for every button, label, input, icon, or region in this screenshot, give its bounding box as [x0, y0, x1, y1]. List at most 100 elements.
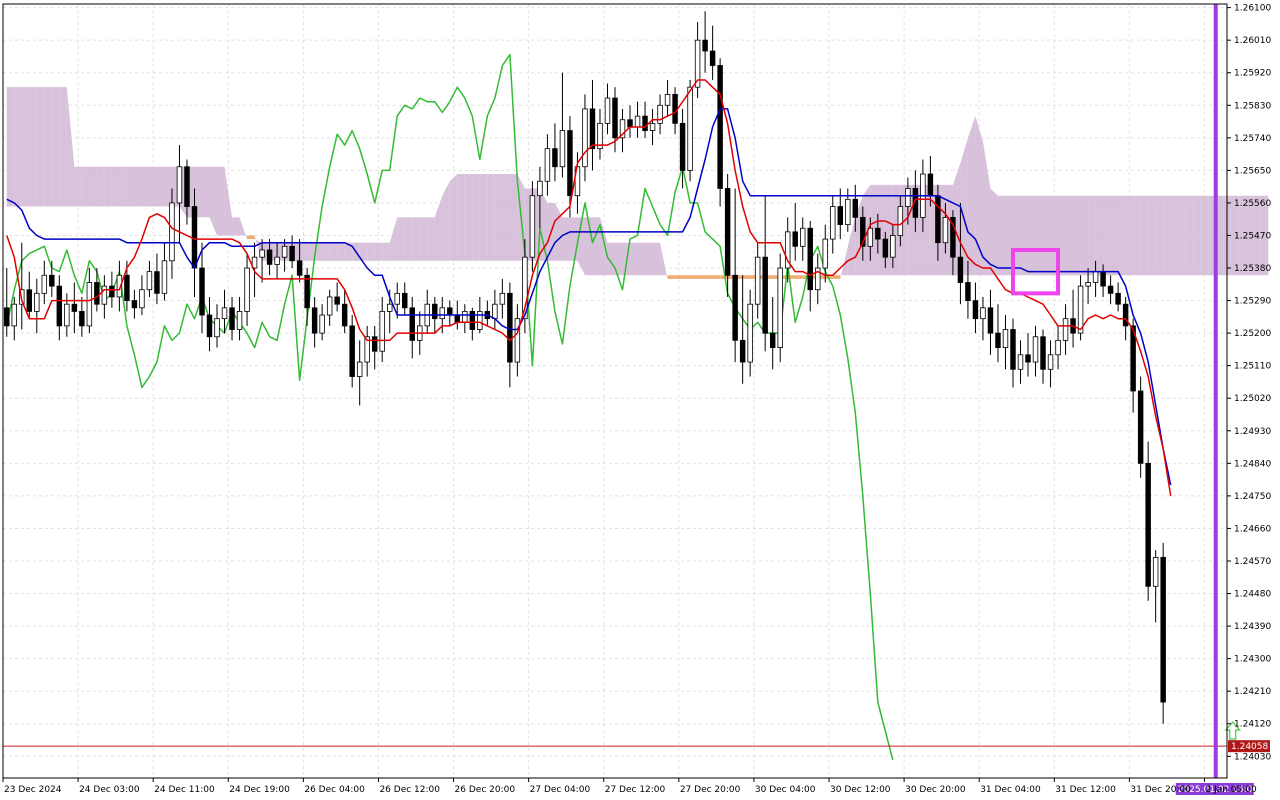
candle-body [1100, 271, 1106, 287]
cloud-segment [795, 275, 803, 279]
cloud-segment [404, 217, 413, 261]
y-tick-label: 1.24570 [1234, 557, 1271, 567]
x-tick-label: 30 Dec 20:00 [905, 785, 966, 795]
candle-body [1145, 462, 1151, 587]
y-tick-label: 1.25380 [1234, 264, 1271, 274]
cloud-segment [1118, 195, 1126, 276]
cloud-segment [1020, 195, 1029, 276]
candle-body [657, 104, 663, 124]
candle-body [409, 307, 415, 341]
candle-body [26, 289, 33, 312]
cloud-segment [29, 87, 37, 207]
cloud-segment [374, 242, 383, 261]
cloud-segment [126, 166, 135, 207]
candle-body [1107, 285, 1114, 294]
candle-body [289, 245, 295, 262]
cloud-segment [1125, 195, 1134, 276]
y-tick-label: 1.24300 [1234, 655, 1271, 665]
cloud-segment [720, 275, 728, 279]
cloud-segment [449, 173, 458, 261]
candle-body [552, 148, 558, 168]
y-tick-label: 1.25020 [1234, 394, 1271, 404]
chikou-span-line [6, 53, 894, 761]
cloud-segment [990, 188, 998, 276]
candle-body [492, 303, 498, 320]
cloud-segment [1088, 195, 1096, 276]
kijun-line [6, 108, 1172, 486]
candle-body [1062, 318, 1069, 341]
candle-body [49, 274, 55, 287]
candle-body [995, 332, 1001, 348]
cloud-segment [697, 275, 706, 279]
candle-body [942, 216, 949, 244]
candle-body [1085, 282, 1091, 287]
candle-body [447, 307, 453, 316]
candle-body [244, 267, 250, 312]
candle-body [64, 303, 70, 327]
candle-body [769, 332, 776, 348]
candle-body [131, 300, 138, 309]
candle-body [469, 311, 476, 330]
y-tick-label: 1.25560 [1234, 199, 1271, 209]
cloud-segment [389, 217, 398, 261]
ichimoku-chart[interactable]: 1.240582025.01.02 15:00 1.261001.260101.… [0, 0, 1280, 800]
cloud-segment [149, 166, 157, 207]
candle-body [845, 198, 851, 226]
candle-body [612, 97, 618, 139]
cloud-segment [134, 166, 142, 207]
candle-body [94, 282, 100, 305]
cloud-segment [502, 173, 510, 261]
candle-body [1115, 292, 1121, 305]
x-tick-label: 24 Dec 11:00 [154, 785, 215, 795]
x-tick-label: 27 Dec 20:00 [680, 785, 741, 795]
cloud-segment [44, 87, 52, 207]
cloud-segment [104, 166, 112, 207]
candle-body [754, 256, 761, 305]
candle-body [762, 256, 768, 334]
candle-body [1092, 271, 1099, 283]
candle-body [679, 122, 686, 171]
cloud-segment [217, 166, 225, 236]
candle-body [101, 285, 108, 305]
cloud-segment [307, 242, 315, 261]
cloud-segment [494, 173, 503, 261]
cloud-segment [997, 195, 1006, 276]
cloud-segment [1185, 195, 1194, 276]
candle-body [544, 148, 551, 182]
cloud-segment [682, 275, 691, 279]
cloud-segment [652, 242, 661, 276]
cloud-segment [329, 242, 338, 261]
candle-body [792, 231, 798, 247]
candle-body [462, 311, 468, 323]
candle-body [1025, 354, 1031, 363]
cloud-segment [322, 242, 330, 261]
cloud-segment [539, 188, 548, 261]
cloud-segment [89, 166, 97, 207]
cloud-segment [36, 87, 45, 207]
candle-body [184, 166, 190, 207]
cloud-segment [967, 116, 976, 276]
x-tick-label: 31 Dec 04:00 [980, 785, 1041, 795]
cloud-segment [690, 275, 698, 279]
candle-body [935, 195, 941, 244]
candle-body [1152, 556, 1159, 587]
y-tick-label: 1.26100 [1234, 4, 1271, 14]
cloud-segment [982, 141, 991, 276]
x-tick-label: 27 Dec 12:00 [605, 785, 666, 795]
candle-body [537, 180, 543, 197]
cloud-segment [232, 217, 240, 236]
candle-body [402, 292, 408, 309]
candle-body [296, 260, 303, 276]
candle-body [191, 206, 198, 269]
x-tick-label: 30 Dec 12:00 [830, 785, 891, 795]
current-price-label: 1.24058 [1231, 742, 1268, 752]
y-tick-label: 1.25290 [1234, 297, 1271, 307]
cloud-segment [412, 217, 420, 261]
candle-body [169, 202, 175, 262]
cloud-segment [847, 217, 856, 276]
candle-body [371, 336, 378, 352]
candle-body [747, 303, 753, 363]
cloud-segment [660, 242, 668, 279]
candle-body [176, 166, 183, 204]
cloud-segment [472, 173, 480, 261]
